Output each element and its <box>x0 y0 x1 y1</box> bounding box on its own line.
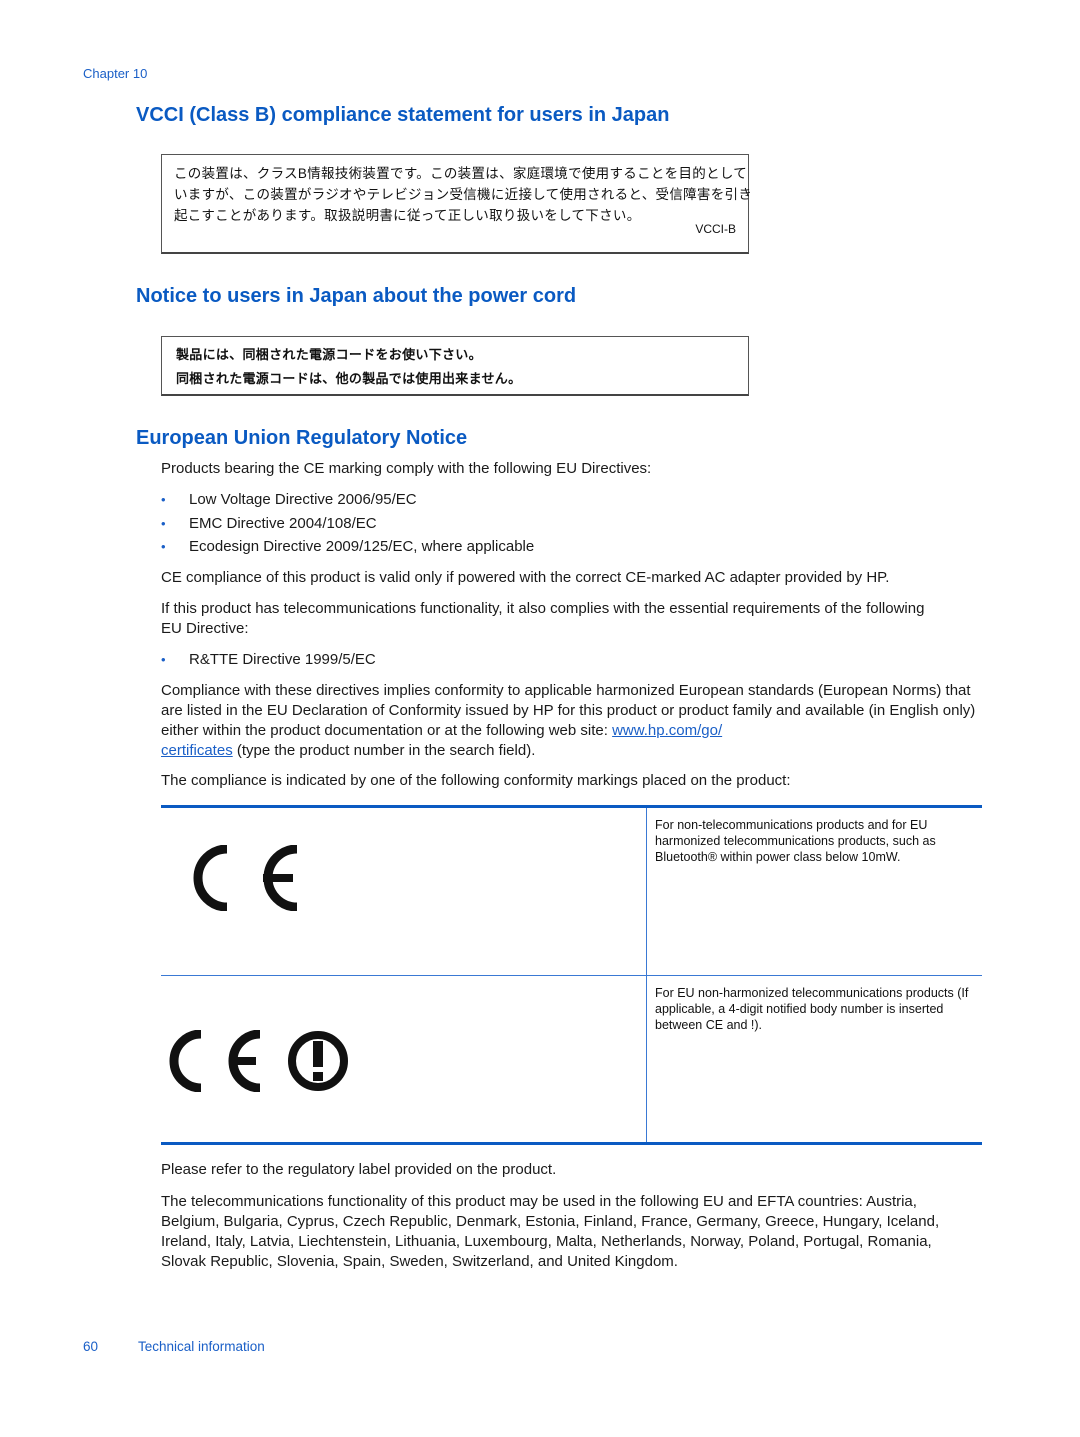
vcci-b-label: VCCI-B <box>695 222 736 236</box>
bullet-icon: • <box>161 492 166 507</box>
bullet-icon: • <box>161 652 166 667</box>
chapter-label: Chapter 10 <box>83 66 148 81</box>
heading-vcci: VCCI (Class B) compliance statement for … <box>136 104 670 126</box>
table-column-divider <box>646 808 647 1142</box>
page-number: 60 <box>83 1339 99 1354</box>
markings-intro: The compliance is indicated by one of th… <box>161 772 791 789</box>
table-bottom-rule <box>161 1142 982 1145</box>
ce-adapter-note: CE compliance of this product is valid o… <box>161 569 890 586</box>
table-row-divider <box>161 975 982 976</box>
power-cord-notice-line: 製品には、同梱された電源コードをお使い下さい。 <box>176 347 482 362</box>
eu-intro: Products bearing the CE marking comply w… <box>161 460 652 477</box>
marking-description: For EU non-harmonized telecommunications… <box>655 986 969 1032</box>
regulatory-label-note: Please refer to the regulatory label pro… <box>161 1161 557 1178</box>
footer-section-title: Technical information <box>138 1339 265 1354</box>
power-cord-notice-box: 製品には、同梱された電源コードをお使い下さい。 同梱された電源コードは、他の製品… <box>161 336 749 396</box>
table-top-rule <box>161 805 982 808</box>
power-cord-notice-line: 同梱された電源コードは、他の製品では使用出来ません。 <box>176 371 522 386</box>
vcci-notice-line: いますが、この装置がラジオやテレビジョン受信機に近接して使用されると、受信障害を… <box>174 187 753 202</box>
marking-description: For non-telecommunications products and … <box>655 818 936 864</box>
ce-alert-mark-icon <box>169 1030 348 1092</box>
compliance-paragraph: Compliance with these directives implies… <box>161 682 976 759</box>
bullet-icon: • <box>161 516 166 531</box>
bullet-icon: • <box>161 539 166 554</box>
vcci-notice-line: この装置は、クラスB情報技術装置です。この装置は、家庭環境で使用することを目的と… <box>174 166 748 181</box>
heading-eu-notice: European Union Regulatory Notice <box>136 427 468 449</box>
vcci-notice-line: 起こすことがあります。取扱説明書に従って正しい取り扱いをして下さい。 <box>174 208 641 223</box>
vcci-notice-box: この装置は、クラスB情報技術装置です。この装置は、家庭環境で使用することを目的と… <box>161 154 753 254</box>
ce-mark-icon <box>193 845 298 911</box>
countries-paragraph: The telecommunications functionality of … <box>161 1193 940 1270</box>
heading-power-cord: Notice to users in Japan about the power… <box>136 285 577 307</box>
telecom-intro: If this product has telecommunications f… <box>161 600 925 637</box>
